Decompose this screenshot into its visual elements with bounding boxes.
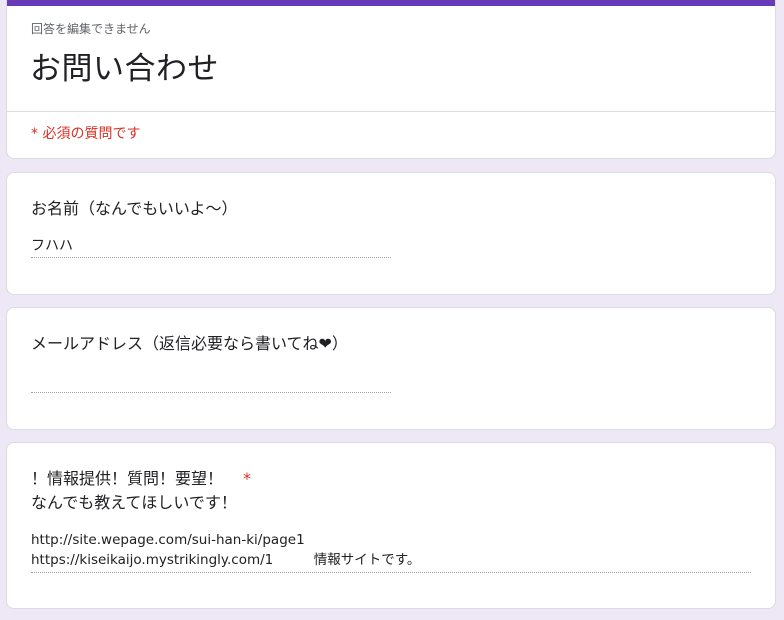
feedback-answer-field[interactable]: http://site.wepage.com/sui-han-ki/page1 … bbox=[31, 530, 751, 573]
answer-line: http://site.wepage.com/sui-han-ki/page1 bbox=[31, 532, 305, 548]
form-header-card: 回答を編集できません お問い合わせ * 必須の質問です bbox=[6, 0, 776, 159]
form-title: お問い合わせ bbox=[30, 51, 219, 87]
header-divider bbox=[7, 111, 775, 112]
question-title: メールアドレス（返信必要なら書いてね❤） bbox=[31, 334, 348, 353]
required-asterisk: * bbox=[243, 469, 252, 488]
name-answer-field[interactable]: フハハ bbox=[31, 235, 391, 258]
question-title: お名前（なんでもいいよ～） bbox=[31, 199, 238, 218]
accent-bar bbox=[7, 0, 775, 6]
answer-line: https://kiseikaijo.mystrikingly.com/1 情報… bbox=[31, 552, 421, 568]
question-title-line1: ！情報提供！質問！要望！ bbox=[31, 469, 224, 488]
question-card-email: メールアドレス（返信必要なら書いてね❤） bbox=[6, 307, 776, 430]
required-note: * 必須の質問です bbox=[31, 126, 141, 142]
readonly-note: 回答を編集できません bbox=[31, 22, 151, 36]
question-card-feedback: ！情報提供！質問！要望！ * なんでも教えてほしいです！ http://site.… bbox=[6, 442, 776, 609]
question-card-name: お名前（なんでもいいよ～） フハハ bbox=[6, 172, 776, 295]
question-title: ！情報提供！質問！要望！ * なんでも教えてほしいです！ bbox=[31, 467, 251, 515]
email-answer-field[interactable] bbox=[31, 370, 391, 393]
question-title-line2: なんでも教えてほしいです！ bbox=[31, 493, 237, 512]
